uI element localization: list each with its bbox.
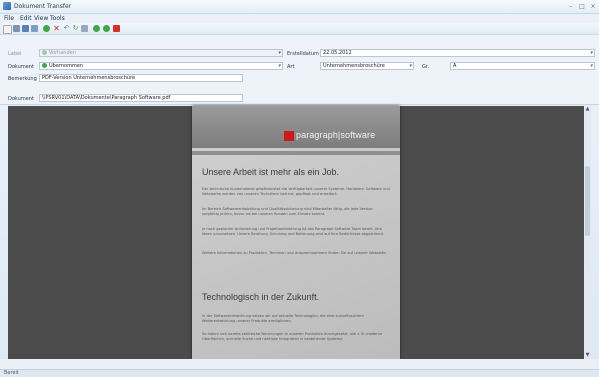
dokument-status-select[interactable]: Übernommen ▾: [39, 62, 283, 70]
divider: [0, 104, 599, 105]
dokument-label: Dokument: [8, 64, 34, 70]
new-icon[interactable]: [3, 25, 12, 34]
menu-item-edit[interactable]: Edit: [20, 15, 32, 22]
accept-icon[interactable]: [43, 25, 50, 32]
undo-icon[interactable]: ↶: [63, 25, 70, 32]
paragraph: Weitere Informationen zu Produkten, Term…: [202, 251, 387, 255]
bemerkung-label: Bemerkung: [8, 76, 37, 82]
size-label: Gr.: [422, 64, 430, 70]
close-icon[interactable]: ×: [588, 3, 598, 10]
menu-item-view[interactable]: View: [34, 15, 48, 22]
paragraph: Im Bereich Softwareentwicklung und Quali…: [202, 207, 373, 216]
dokument-path-value: \\PSRV01\DATA\Dokumente\Paragraph Softwa…: [42, 95, 171, 101]
page-strip: [192, 151, 400, 155]
art-label: Art: [287, 64, 295, 70]
minimize-icon[interactable]: –: [566, 3, 576, 10]
scroll-thumb[interactable]: [585, 166, 590, 236]
chevron-down-icon: ▾: [278, 50, 281, 56]
paragraph: So haben sich bereits zahlreiche Neuerun…: [202, 332, 383, 341]
chevron-down-icon: ▾: [278, 63, 281, 69]
bemerkung-value: PDF-Version Unternehmensbroschüre: [42, 75, 136, 81]
scan-icon[interactable]: [31, 25, 38, 32]
save-icon[interactable]: [22, 25, 29, 32]
paragraph: Je nach geplanter Anforderung und Projek…: [202, 227, 385, 236]
first-icon[interactable]: [93, 25, 100, 32]
label-value: Vorhanden: [49, 50, 76, 56]
toolbar: ✕ ↶ ↻: [0, 23, 599, 35]
document-subheading: Technologisch in der Zukunft.: [202, 292, 320, 302]
metadata-form: Label Vorhanden ▾ Dokument Übernommen ▾ …: [0, 35, 599, 105]
chevron-down-icon: ▾: [590, 63, 593, 69]
label-select[interactable]: Vorhanden ▾: [39, 49, 283, 57]
status-icon: [42, 50, 47, 55]
menu-item-file[interactable]: File: [4, 15, 14, 22]
dokument-status-value: Übernommen: [49, 63, 84, 69]
app-icon: [3, 2, 11, 10]
art-value: Unternehmensbroschüre: [323, 63, 385, 69]
print-icon[interactable]: [81, 25, 88, 32]
paragraph: Der technische Kundendienst gewährleiste…: [202, 187, 390, 196]
menu-item-tools[interactable]: Tools: [50, 15, 65, 22]
open-icon[interactable]: [13, 25, 20, 32]
application-window: Dokument Transfer – □ × File Edit View T…: [0, 0, 599, 377]
logo-mark: [284, 131, 294, 141]
vertical-scrollbar[interactable]: ▲ ▼: [584, 106, 591, 359]
dokument-path-label: Dokument: [8, 96, 34, 102]
page-header-band: [192, 106, 400, 148]
next-icon[interactable]: [103, 25, 110, 32]
pdf-page: paragraph|software Unsere Arbeit ist meh…: [192, 106, 400, 359]
chevron-down-icon: ▾: [409, 63, 412, 69]
erstellt-label: Erstelldatum: [287, 51, 319, 57]
scroll-up-icon[interactable]: ▲: [584, 106, 591, 113]
status-text: Bereit: [4, 370, 19, 376]
refresh-icon[interactable]: ↻: [72, 25, 79, 32]
erstellt-value: 22.05.2012: [323, 50, 352, 56]
scroll-down-icon[interactable]: ▼: [584, 352, 591, 359]
status-icon: [42, 63, 47, 68]
dokument-path-field[interactable]: \\PSRV01\DATA\Dokumente\Paragraph Softwa…: [39, 94, 243, 102]
paragraph: In der Softwareentwicklung setzen wir au…: [202, 314, 364, 323]
label-label: Label: [8, 51, 22, 57]
size-value: A: [453, 63, 457, 69]
bemerkung-field[interactable]: PDF-Version Unternehmensbroschüre: [39, 74, 243, 82]
size-select[interactable]: A ▾: [450, 62, 595, 70]
chevron-down-icon: ▾: [590, 50, 593, 56]
viewer-footer: [0, 359, 599, 369]
logo-text: paragraph|software: [296, 130, 376, 140]
document-heading: Unsere Arbeit ist mehr als ein Job.: [202, 167, 340, 177]
maximize-icon[interactable]: □: [577, 3, 587, 10]
erstellt-field[interactable]: 22.05.2012 ▾: [320, 49, 595, 57]
delete-icon[interactable]: ✕: [53, 25, 60, 33]
menu-bar: File Edit View Tools: [0, 14, 599, 23]
art-select[interactable]: Unternehmensbroschüre ▾: [320, 62, 414, 70]
title-bar: Dokument Transfer – □ ×: [0, 0, 599, 14]
stop-icon[interactable]: [113, 25, 120, 32]
window-title: Dokument Transfer: [14, 3, 72, 10]
